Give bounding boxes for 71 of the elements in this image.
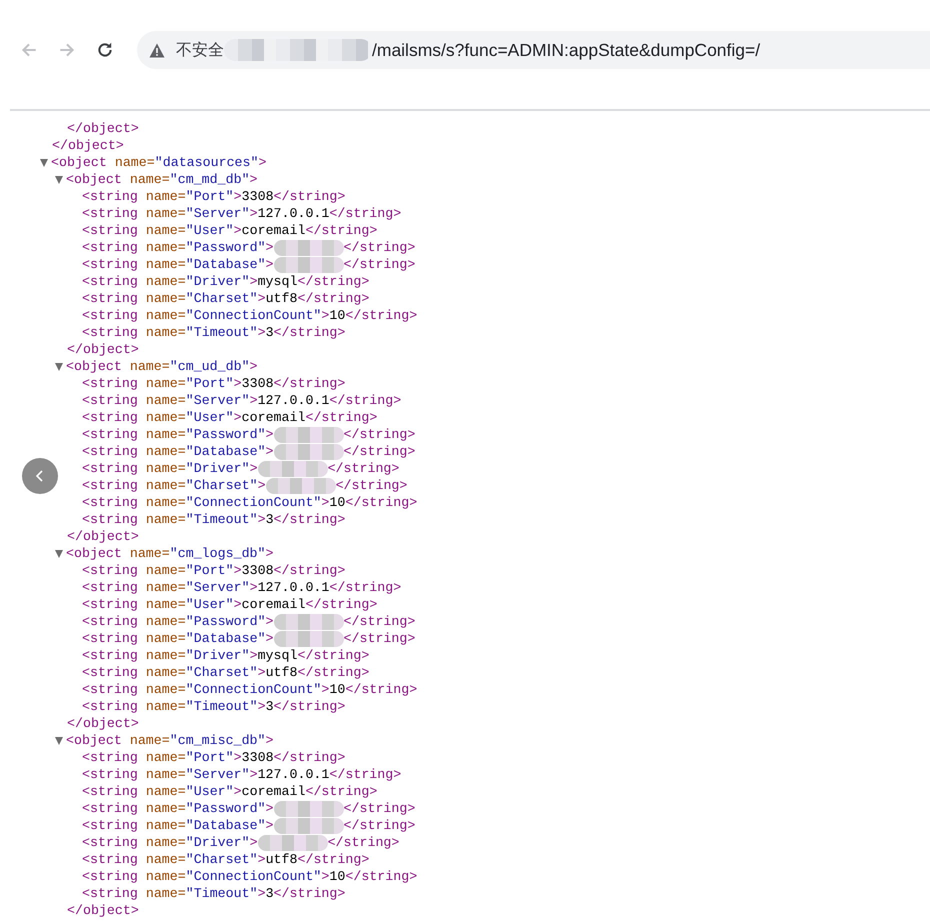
xml-code: </object> [52,137,124,154]
reload-icon [96,41,114,59]
xml-code: <string name="Driver"> [82,460,258,477]
xml-code: </string> [344,426,416,443]
xml-code: <string name="ConnectionCount">10</string> [82,868,418,885]
xml-code: <string name="Database"> [82,630,274,647]
expand-triangle-icon[interactable] [55,362,63,370]
xml-code: <string name="Database"> [82,256,274,273]
warning-icon [149,42,165,58]
xml-code: <string name="ConnectionCount">10</string> [82,307,418,324]
xml-code: </string> [344,817,416,834]
xml-code: <string name="ConnectionCount">10</string> [82,681,418,698]
expand-triangle-icon[interactable] [55,736,63,744]
xml-code: <string name="User">coremail</string> [82,409,378,426]
xml-code: </object> [67,120,139,137]
xml-code: <string name="Timeout">3</string> [82,511,346,528]
xml-code: </string> [328,834,400,851]
xml-code: </object> [67,341,139,358]
xml-code: <string name="Password"> [82,426,274,443]
xml-code: <string name="Port">3308</string> [82,188,346,205]
xml-code: <string name="Server">127.0.0.1</string> [82,205,402,222]
xml-code: <string name="Database"> [82,817,274,834]
xml-code: <string name="Driver"> [82,834,258,851]
xml-code: </string> [344,613,416,630]
expand-triangle-icon[interactable] [40,158,48,166]
xml-code: <string name="Password"> [82,800,274,817]
xml-code: <string name="Charset">utf8</string> [82,290,370,307]
xml-code: <string name="User">coremail</string> [82,596,378,613]
xml-code: <object name="datasources"> [51,154,266,171]
xml-code: <string name="Database"> [82,443,274,460]
xml-code: <string name="Server">127.0.0.1</string> [82,766,402,783]
xml-code: </string> [344,630,416,647]
arrow-right-icon [58,41,76,59]
xml-code: <object name="cm_logs_db"> [66,545,274,562]
security-label: 不安全 [176,40,224,60]
xml-code: </object> [67,902,139,919]
xml-code: </string> [344,800,416,817]
url-text: /mailsms/s?func=ADMIN:appState&dumpConfig=/ [372,40,760,60]
xml-code: <object name="cm_misc_db"> [66,732,274,749]
xml-code: <object name="cm_md_db"> [66,171,258,188]
xml-code: <string name="Charset">utf8</string> [82,851,370,868]
xml-code: </string> [328,460,400,477]
xml-code: </object> [67,528,139,545]
xml-code: <string name="Driver">mysql</string> [82,647,370,664]
xml-code: <string name="Port">3308</string> [82,562,346,579]
xml-code: <string name="Charset"> [82,477,266,494]
xml-code: <string name="ConnectionCount">10</string> [82,494,418,511]
xml-code: <string name="Timeout">3</string> [82,698,346,715]
xml-code: <object name="cm_ud_db"> [66,358,258,375]
xml-code: <string name="Password"> [82,613,274,630]
expand-triangle-icon[interactable] [55,176,63,184]
xml-code: </string> [344,443,416,460]
xml-code: <string name="Server">127.0.0.1</string> [82,392,402,409]
xml-code: </string> [344,256,416,273]
arrow-left-icon [20,41,38,59]
xml-code: </string> [336,477,408,494]
xml-code: <string name="Timeout">3</string> [82,885,346,902]
xml-code: <string name="User">coremail</string> [82,783,378,800]
xml-code: <string name="Server">127.0.0.1</string> [82,579,402,596]
xml-code: </object> [67,715,139,732]
xml-code: <string name="Port">3308</string> [82,749,346,766]
xml-code: <string name="Password"> [82,239,274,256]
address-bar[interactable]: 不安全 /mailsms/s?func=ADMIN:appState&dumpConfig=/ [137,31,930,69]
expand-triangle-icon[interactable] [55,550,63,558]
xml-code: <string name="Charset">utf8</string> [82,664,370,681]
xml-code: <string name="Port">3308</string> [82,375,346,392]
xml-code: <string name="Timeout">3</string> [82,324,346,341]
back-swipe-button[interactable] [22,458,58,494]
xml-code: <string name="User">coremail</string> [82,222,378,239]
xml-code: </string> [344,239,416,256]
xml-code: <string name="Driver">mysql</string> [82,273,370,290]
